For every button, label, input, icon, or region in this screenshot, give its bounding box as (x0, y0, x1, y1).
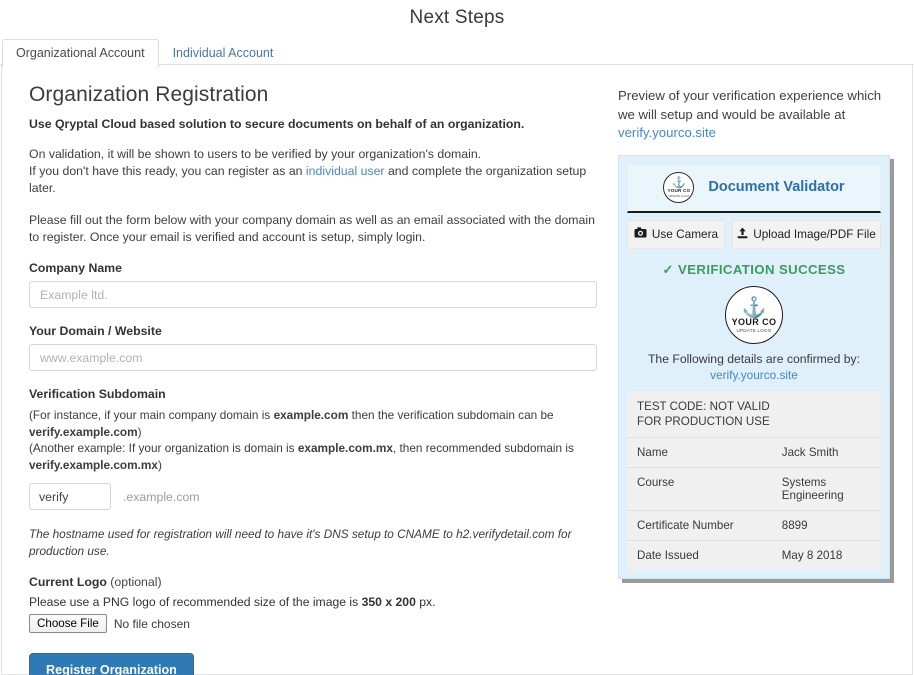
choose-file-button[interactable]: Choose File (29, 614, 107, 633)
upload-icon (737, 227, 748, 242)
camera-icon (634, 227, 647, 241)
individual-user-link[interactable]: individual user (306, 164, 385, 178)
detail-value: 8899 (772, 510, 881, 540)
table-row-warning: TEST CODE: NOT VALID FOR PRODUCTION USE (627, 391, 881, 438)
capture-actions: Use Camera Upload Image/PDF File (627, 220, 881, 249)
hint1-domain: example.com (274, 408, 349, 422)
current-logo-optional-text: (optional) (107, 575, 162, 589)
hint2-c: , then recommended subdomain is (393, 441, 574, 455)
verification-success-banner: ✓ VERIFICATION SUCCESS (627, 262, 881, 278)
upload-label: Upload Image/PDF File (753, 227, 876, 241)
current-logo-label-text: Current Logo (29, 575, 107, 589)
png-size-note: Please use a PNG logo of recommended siz… (29, 595, 599, 609)
hint2-a: (Another example: If your organization i… (29, 441, 298, 455)
warning-line-1: TEST CODE: NOT VALID (637, 400, 770, 413)
page-title: Next Steps (0, 0, 914, 29)
tab-content-panel: Organization Registration Use Qryptal Cl… (1, 65, 913, 675)
subdomain-input[interactable] (29, 483, 111, 510)
subdomain-suffix: .example.com (123, 490, 200, 504)
hint1-e: ) (138, 425, 142, 439)
verification-preview-device: ⚓ YOUR CO UPDATE LOGO Document Validator (618, 155, 890, 579)
verification-success-label: VERIFICATION SUCCESS (678, 262, 846, 277)
validator-header: ⚓ YOUR CO UPDATE LOGO Document Validator (627, 164, 881, 213)
use-camera-button[interactable]: Use Camera (627, 220, 725, 249)
png-note-a: Please use a PNG logo of recommended siz… (29, 595, 362, 609)
hint1-subdomain: verify.example.com (29, 425, 138, 439)
anchor-glyph: ⚓ (742, 300, 767, 317)
detail-key: Date Issued (627, 540, 772, 570)
subdomain-row: .example.com (29, 483, 599, 510)
account-type-tabs: Organizational Account Individual Accoun… (0, 38, 914, 65)
dns-cname-note: The hostname used for registration will … (29, 526, 599, 560)
png-note-c: px. (416, 595, 436, 609)
company-logo-icon: ⚓ YOUR CO UPDATE LOGO (725, 286, 783, 344)
detail-value: May 8 2018 (772, 540, 881, 570)
confirmed-by-text: The Following details are confirmed by: (627, 352, 881, 366)
anchor-glyph-mini: ⚓ (672, 179, 686, 188)
validator-title: Document Validator (708, 179, 844, 195)
intro-line-2-prefix: If you don't have this ready, you can re… (29, 164, 306, 178)
png-note-size: 350 x 200 (362, 595, 416, 609)
company-logo-name: YOUR CO (732, 317, 777, 328)
detail-key: Course (627, 467, 772, 510)
table-row: Date Issued May 8 2018 (627, 540, 881, 570)
test-code-warning: TEST CODE: NOT VALID FOR PRODUCTION USE (627, 391, 881, 438)
registration-page: Next Steps Organizational Account Indivi… (0, 0, 914, 675)
company-logo-wrapper: ⚓ YOUR CO UPDATE LOGO (627, 286, 881, 344)
hint2-subdomain: verify.example.com.mx (29, 458, 158, 472)
check-icon: ✓ (662, 262, 673, 277)
tab-organizational-account-label: Organizational Account (16, 46, 145, 60)
current-logo-label: Current Logo (optional) (29, 575, 599, 589)
hint1-c: then the verification subdomain can be (348, 408, 553, 422)
upload-file-button[interactable]: Upload Image/PDF File (732, 220, 881, 249)
use-camera-label: Use Camera (652, 227, 718, 241)
verification-preview-column: Preview of your verification experience … (618, 87, 893, 579)
form-heading: Organization Registration (29, 83, 599, 107)
tab-individual-account[interactable]: Individual Account (159, 39, 288, 68)
company-name-label: Company Name (29, 261, 599, 275)
domain-label: Your Domain / Website (29, 324, 599, 338)
form-intro-paragraph: On validation, it will be shown to users… (29, 146, 599, 197)
intro-line-1: On validation, it will be shown to users… (29, 147, 481, 161)
company-name-input[interactable] (29, 281, 597, 308)
logo-file-row: Choose File No file chosen (29, 614, 599, 633)
verified-details-table: TEST CODE: NOT VALID FOR PRODUCTION USE … (627, 391, 881, 570)
preview-host-link[interactable]: verify.yourco.site (618, 125, 716, 140)
detail-key: Name (627, 437, 772, 467)
detail-value: Jack Smith (772, 437, 881, 467)
hint2-e: ) (158, 458, 162, 472)
tab-organizational-account[interactable]: Organizational Account (2, 39, 159, 68)
form-lead-text: Use Qryptal Cloud based solution to secu… (29, 117, 599, 131)
table-row: Name Jack Smith (627, 437, 881, 467)
tab-individual-account-label: Individual Account (173, 46, 274, 60)
preview-intro-sentence: Preview of your verification experience … (618, 88, 881, 122)
confirmed-by-host-link[interactable]: verify.yourco.site (627, 368, 881, 382)
hint1-a: (For instance, if your main company doma… (29, 408, 274, 422)
register-organization-button[interactable]: Register Organization (29, 653, 194, 675)
organization-registration-form: Organization Registration Use Qryptal Cl… (29, 83, 599, 675)
file-status-text: No file chosen (114, 617, 190, 631)
form-instructions-paragraph: Please fill out the form below with your… (29, 212, 599, 246)
mini-logo-sub: UPDATE LOGO (669, 194, 690, 198)
table-row: Course Systems Engineering (627, 467, 881, 510)
table-row: Certificate Number 8899 (627, 510, 881, 540)
preview-intro-text: Preview of your verification experience … (618, 87, 893, 143)
company-logo-sub: UPDATE LOGO (736, 328, 771, 334)
warning-line-2: FOR PRODUCTION USE (637, 415, 770, 428)
hint2-domain: example.com.mx (298, 441, 393, 455)
detail-key: Certificate Number (627, 510, 772, 540)
domain-input[interactable] (29, 344, 597, 371)
verification-subdomain-label: Verification Subdomain (29, 387, 599, 401)
company-logo-mini-icon: ⚓ YOUR CO UPDATE LOGO (663, 172, 694, 203)
detail-value: Systems Engineering (772, 467, 881, 510)
subdomain-hint: (For instance, if your main company doma… (29, 407, 599, 473)
